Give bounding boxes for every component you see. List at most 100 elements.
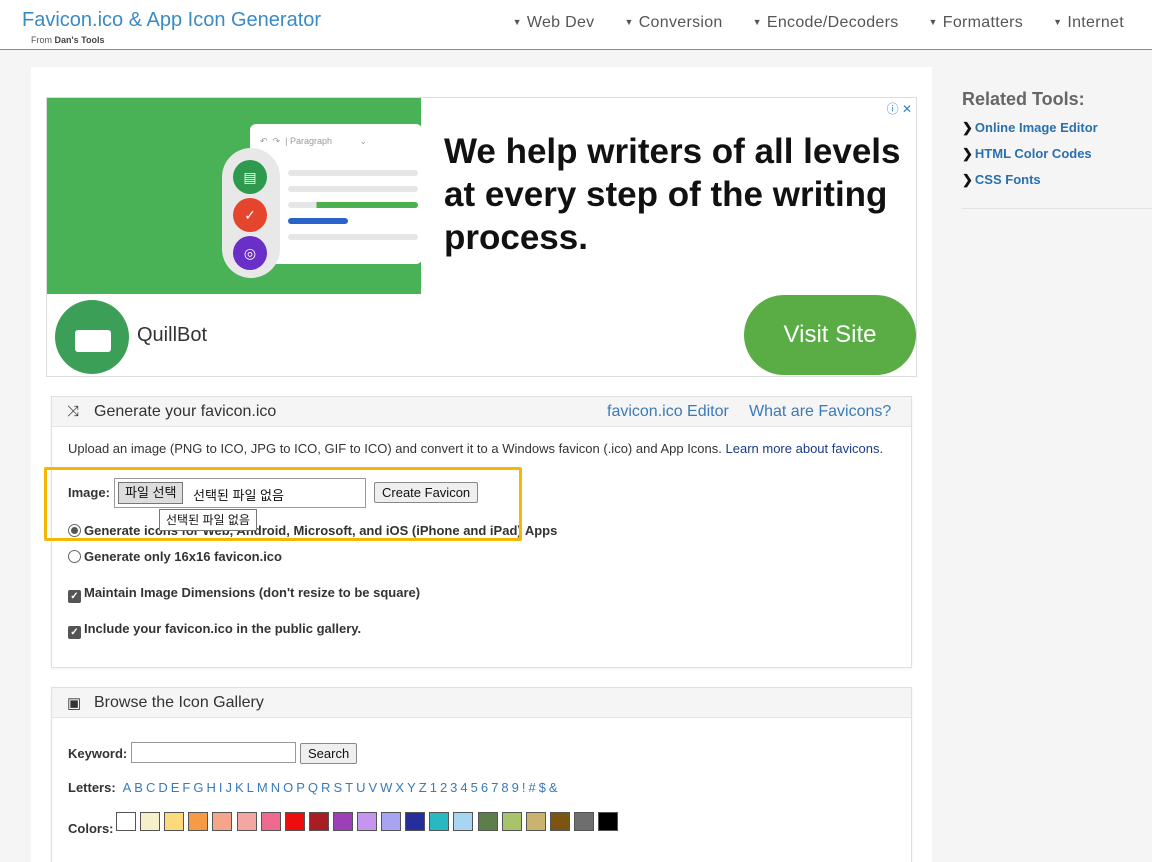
letter-link[interactable]: G <box>193 780 203 795</box>
color-swatch[interactable] <box>549 812 570 831</box>
site-title[interactable]: Favicon.ico & App Icon Generator <box>22 9 321 32</box>
related-link-color-codes[interactable]: ❯ HTML Color Codes <box>962 146 1092 162</box>
letter-link[interactable]: P <box>296 780 305 795</box>
color-swatch[interactable] <box>164 812 185 831</box>
letter-link[interactable]: S <box>333 780 342 795</box>
nav-internet[interactable]: ▼ Internet <box>1053 14 1124 32</box>
letter-link[interactable]: 7 <box>491 780 498 795</box>
letter-link[interactable]: D <box>158 780 167 795</box>
letter-link[interactable]: Q <box>308 780 318 795</box>
colors-label: Colors: <box>68 821 114 836</box>
nav-label: Web Dev <box>526 14 595 31</box>
keyword-input[interactable] <box>131 742 296 763</box>
letter-link[interactable]: 6 <box>481 780 488 795</box>
info-close-icon[interactable]: ⓘ ✕ <box>887 100 912 117</box>
letter-link[interactable]: H <box>206 780 215 795</box>
favicon-editor-link[interactable]: favicon.ico Editor <box>607 403 729 421</box>
letter-link[interactable]: 5 <box>471 780 478 795</box>
color-swatch[interactable] <box>381 812 402 831</box>
letter-link[interactable]: 9 <box>512 780 519 795</box>
color-swatch[interactable] <box>308 812 329 831</box>
letter-link[interactable]: U <box>356 780 365 795</box>
color-swatch[interactable] <box>284 812 305 831</box>
chevron-right-icon: ❯ <box>962 172 973 187</box>
letter-link[interactable]: # <box>528 780 535 795</box>
color-swatch[interactable] <box>260 812 281 831</box>
letter-link[interactable]: T <box>345 780 353 795</box>
from-name: Dan's Tools <box>54 35 105 45</box>
color-swatch[interactable] <box>405 812 426 831</box>
letter-link[interactable]: B <box>134 780 143 795</box>
letter-link[interactable]: W <box>380 780 392 795</box>
letter-link[interactable]: A <box>123 780 132 795</box>
letter-link[interactable]: V <box>368 780 377 795</box>
option-16x16[interactable]: Generate only 16x16 favicon.ico <box>68 549 282 564</box>
letter-link[interactable]: C <box>146 780 155 795</box>
color-swatch[interactable] <box>453 812 474 831</box>
color-swatch[interactable] <box>116 812 136 831</box>
letter-link[interactable]: F <box>182 780 190 795</box>
letter-link[interactable]: $ <box>539 780 546 795</box>
visit-site-button[interactable]: Visit Site <box>744 295 916 375</box>
checkbox-checked-icon[interactable]: ✓ <box>68 590 81 603</box>
public-gallery-checkbox[interactable]: ✓ Include your favicon.ico in the public … <box>68 621 361 639</box>
nav-encode-decoders[interactable]: ▼ Encode/Decoders <box>753 14 899 32</box>
letter-link[interactable]: O <box>283 780 293 795</box>
related-link-label: HTML Color Codes <box>974 146 1092 161</box>
letter-link[interactable]: J <box>225 780 232 795</box>
maintain-label: Maintain Image Dimensions (don't resize … <box>84 585 421 600</box>
letter-link[interactable]: 3 <box>450 780 457 795</box>
brand[interactable]: Favicon.ico & App Icon Generator From Da… <box>22 9 321 45</box>
nav-conversion[interactable]: ▼ Conversion <box>624 14 722 32</box>
letter-link[interactable]: I <box>219 780 223 795</box>
letter-link[interactable]: L <box>247 780 254 795</box>
advertisement[interactable]: ↶ ↷ | Paragraph ⌄ ▤ ✓ ◎ We help writers … <box>46 97 917 377</box>
letter-link[interactable]: 4 <box>460 780 467 795</box>
chevron-right-icon: ❯ <box>962 120 973 135</box>
browse-title: Browse the Icon Gallery <box>94 694 264 711</box>
nav-label: Internet <box>1067 14 1124 31</box>
letter-link[interactable]: Z <box>419 780 427 795</box>
nav-formatters[interactable]: ▼ Formatters <box>929 14 1024 32</box>
letter-link[interactable]: & <box>549 780 558 795</box>
divider <box>962 208 1152 209</box>
nav-label: Conversion <box>638 14 723 31</box>
letter-link[interactable]: 1 <box>430 780 437 795</box>
letter-link[interactable]: 2 <box>440 780 447 795</box>
color-swatch[interactable] <box>332 812 353 831</box>
checkbox-checked-icon[interactable]: ✓ <box>68 626 81 639</box>
maintain-dimensions-checkbox[interactable]: ✓ Maintain Image Dimensions (don't resize… <box>68 585 420 603</box>
color-swatch[interactable] <box>212 812 233 831</box>
color-swatch[interactable] <box>573 812 594 831</box>
related-link-image-editor[interactable]: ❯ Online Image Editor <box>962 120 1098 136</box>
color-swatch[interactable] <box>501 812 522 831</box>
color-swatch[interactable] <box>236 812 257 831</box>
nav-web-dev[interactable]: ▼ Web Dev <box>513 14 595 32</box>
letter-link[interactable]: R <box>321 780 330 795</box>
letter-link[interactable]: Y <box>407 780 416 795</box>
color-swatch[interactable] <box>188 812 209 831</box>
letters-label: Letters: <box>68 780 116 795</box>
ad-brand[interactable]: QuillBot <box>137 324 207 347</box>
learn-more-link[interactable]: Learn more about favicons <box>726 441 880 456</box>
color-swatch[interactable] <box>357 812 377 831</box>
letter-link[interactable]: X <box>395 780 404 795</box>
what-are-favicons-link[interactable]: What are Favicons? <box>749 403 891 421</box>
search-button[interactable]: Search <box>300 743 358 764</box>
ad-headline[interactable]: We help writers of all levels at every s… <box>444 130 904 259</box>
letter-link[interactable]: E <box>171 780 180 795</box>
color-swatch[interactable] <box>429 812 450 831</box>
letter-link[interactable]: K <box>235 780 244 795</box>
caret-down-icon: ▼ <box>512 17 522 27</box>
letter-link[interactable]: M <box>257 780 268 795</box>
letter-link[interactable]: 8 <box>501 780 508 795</box>
color-swatch[interactable] <box>525 812 546 831</box>
letter-link[interactable]: ! <box>522 780 526 795</box>
color-swatch[interactable] <box>598 812 618 831</box>
radio-icon[interactable] <box>68 550 81 563</box>
robot-icon <box>75 330 111 352</box>
color-swatch[interactable] <box>477 812 498 831</box>
related-link-css-fonts[interactable]: ❯ CSS Fonts <box>962 172 1041 188</box>
letter-link[interactable]: N <box>271 780 280 795</box>
color-swatch[interactable] <box>140 812 161 831</box>
